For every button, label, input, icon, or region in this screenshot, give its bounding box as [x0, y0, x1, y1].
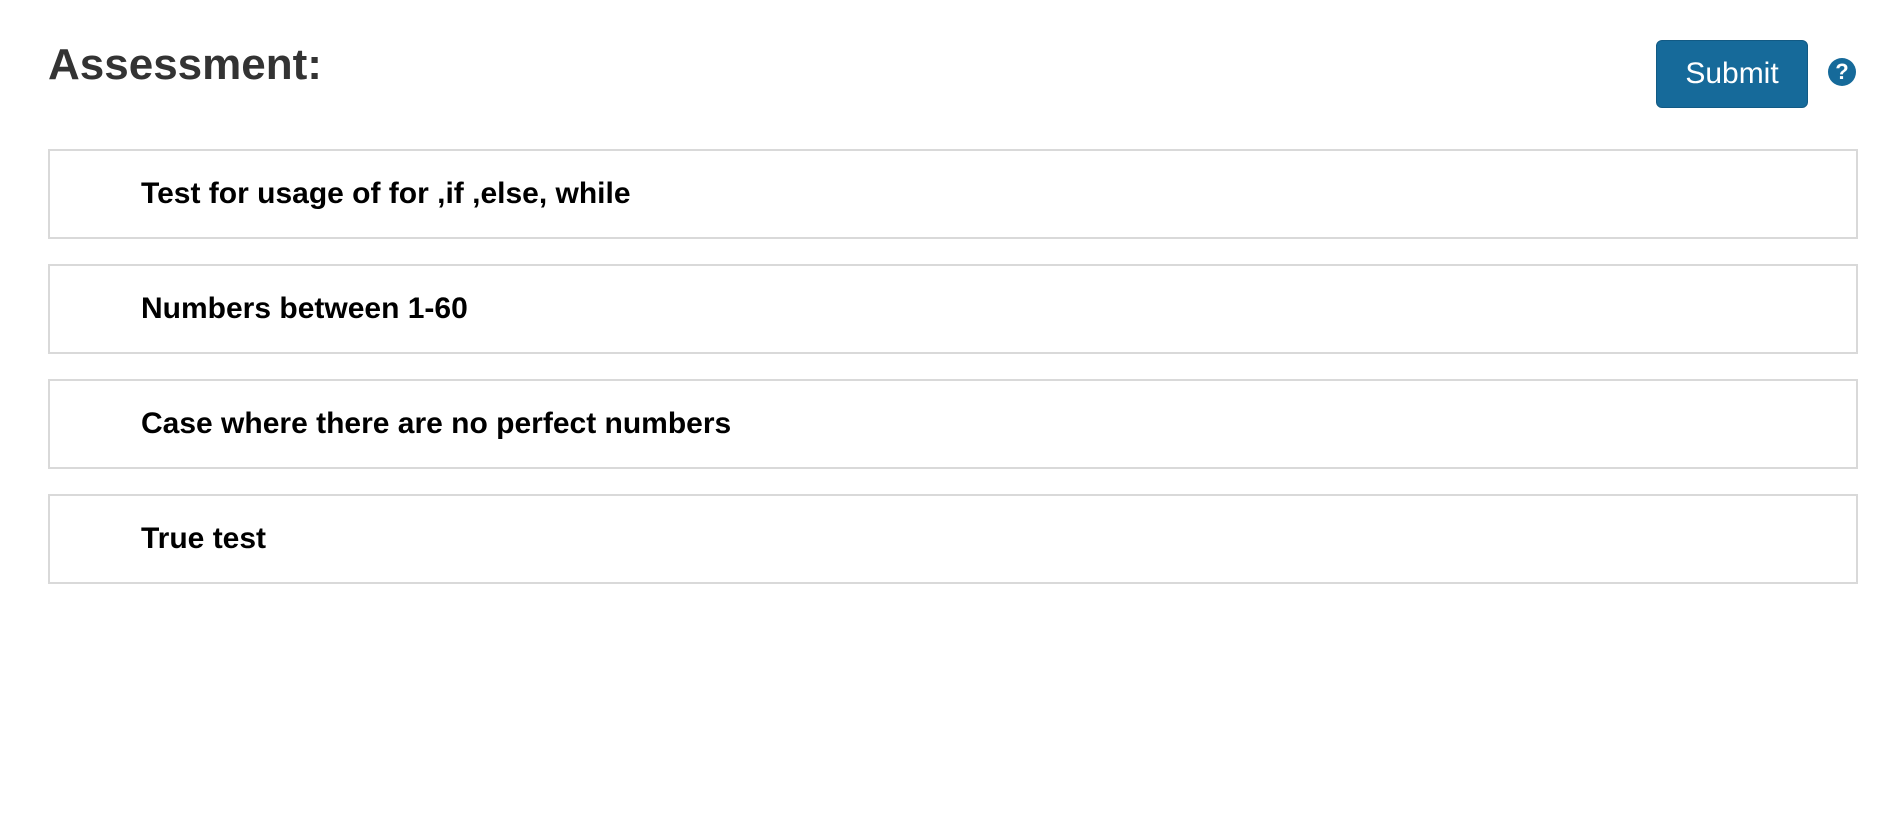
test-item[interactable]: Numbers between 1-60	[48, 264, 1858, 354]
test-item[interactable]: Test for usage of for ,if ,else, while	[48, 149, 1858, 239]
test-item-label: Test for usage of for ,if ,else, while	[141, 177, 631, 210]
help-icon[interactable]: ?	[1828, 58, 1856, 86]
test-item[interactable]: True test	[48, 494, 1858, 584]
test-item-label: True test	[141, 522, 267, 555]
test-list: Test for usage of for ,if ,else, while N…	[48, 149, 1858, 609]
page-title: Assessment:	[48, 40, 322, 89]
test-item[interactable]: Case where there are no perfect numbers	[48, 379, 1858, 469]
assessment-page: Assessment: Submit ? Test for usage of f…	[0, 0, 1900, 816]
test-item-label: Numbers between 1-60	[141, 292, 468, 325]
assessment-header: Assessment: Submit ?	[48, 38, 1860, 108]
submit-button[interactable]: Submit	[1656, 40, 1808, 108]
test-item-label: Case where there are no perfect numbers	[141, 407, 732, 440]
